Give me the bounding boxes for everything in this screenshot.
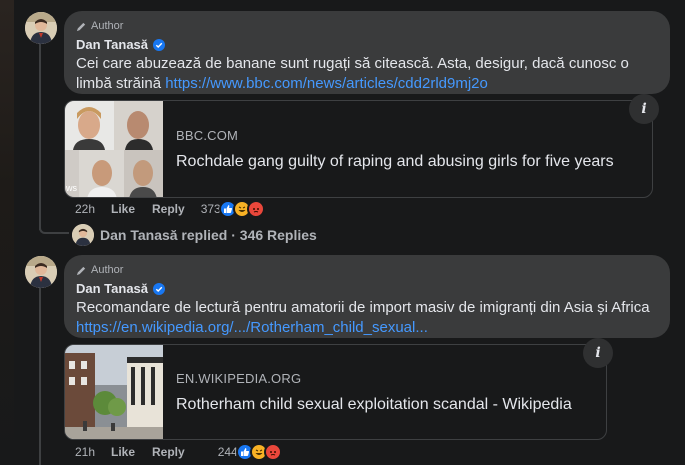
comment-actions: 21h Like Reply 244: [75, 443, 282, 461]
like-button[interactable]: Like: [111, 445, 135, 459]
reply-button[interactable]: Reply: [152, 445, 185, 459]
thread-line: [39, 44, 41, 230]
comment-bubble: Author Dan Tanasă Recomandare de lectură…: [64, 255, 670, 338]
reaction-count[interactable]: 244: [218, 445, 238, 459]
reply-button[interactable]: Reply: [152, 202, 185, 216]
view-replies-link[interactable]: Dan Tanasă replied · 346 Replies: [72, 224, 317, 246]
comment-text: Cei care abuzează de banane sunt rugați …: [76, 54, 658, 94]
verified-badge-icon: [153, 38, 166, 51]
comment-link[interactable]: https://en.wikipedia.org/.../Rotherham_c…: [76, 319, 428, 336]
info-icon[interactable]: i: [629, 94, 659, 124]
author-name[interactable]: Dan Tanasă: [76, 281, 148, 296]
card-domain: BBC.COM: [176, 127, 239, 143]
avatar[interactable]: [25, 256, 57, 288]
pencil-icon: [76, 22, 86, 31]
verified-badge-icon: [153, 282, 166, 295]
card-domain: EN.WIKIPEDIA.ORG: [176, 370, 302, 386]
pencil-icon: [76, 266, 86, 275]
author-name[interactable]: Dan Tanasă: [76, 37, 148, 52]
link-preview-card[interactable]: ws BBC.COM Rochdale gang guilty of rapin…: [64, 100, 653, 198]
link-preview-card[interactable]: EN.WIKIPEDIA.ORG Rotherham child sexual …: [64, 344, 607, 440]
replied-text[interactable]: Dan Tanasă replied · 346 Replies: [100, 227, 317, 243]
reaction-count[interactable]: 373: [201, 202, 221, 216]
card-title: Rochdale gang guilty of raping and abusi…: [176, 152, 614, 170]
avatar: [72, 224, 94, 246]
angry-reaction-icon: [263, 443, 282, 461]
card-title: Rotherham child sexual exploitation scan…: [176, 395, 572, 413]
author-badge: Author: [76, 19, 658, 33]
author-badge: Author: [76, 263, 658, 277]
comment-link[interactable]: https://www.bbc.com/news/articles/cdd2rl…: [165, 75, 488, 92]
angry-reaction-icon: [246, 200, 265, 218]
comment-bubble: Author Dan Tanasă Cei care abuzează de b…: [64, 11, 670, 94]
comment-actions: 22h Like Reply 373: [75, 200, 265, 218]
left-edge-background: [0, 0, 14, 465]
author-badge-label: Author: [91, 264, 124, 276]
svg-text:ws: ws: [65, 183, 77, 193]
comment-body: Recomandare de lectură pentru amatorii d…: [76, 299, 650, 316]
timestamp[interactable]: 21h: [75, 445, 111, 459]
card-thumbnail: [65, 345, 163, 439]
thread-line-curve: [39, 228, 69, 234]
author-badge-label: Author: [91, 20, 124, 32]
timestamp[interactable]: 22h: [75, 202, 111, 216]
avatar[interactable]: [25, 12, 57, 44]
comment-text: Recomandare de lectură pentru amatorii d…: [76, 298, 658, 338]
thread-line: [39, 288, 41, 465]
info-icon[interactable]: i: [583, 338, 613, 368]
like-button[interactable]: Like: [111, 202, 135, 216]
card-thumbnail: ws: [65, 101, 163, 197]
